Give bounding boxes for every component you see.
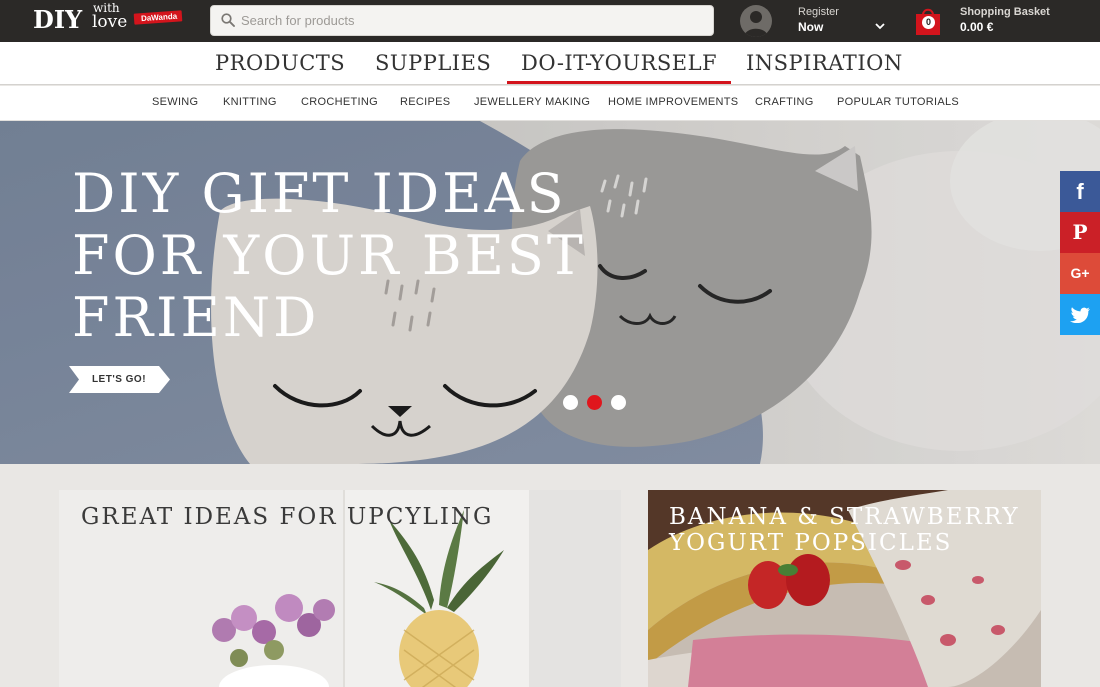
slide-dot-2[interactable] [587, 395, 602, 410]
popsicles-card[interactable]: BANANA & STRAWBERRY YOGURT POPSICLES [648, 490, 1041, 687]
register-link[interactable]: Register Now [798, 6, 839, 34]
main-nav: PRODUCTS SUPPLIES DO-IT-YOURSELF INSPIRA… [0, 42, 1100, 85]
shopping-bag-icon[interactable]: 0 [915, 6, 941, 36]
shopping-basket-link[interactable]: Shopping Basket 0.00 € [960, 6, 1050, 34]
subnav-jewellery-making[interactable]: JEWELLERY MAKING [474, 96, 590, 108]
pinterest-icon: P [1072, 220, 1088, 244]
slide-dot-1[interactable] [563, 395, 578, 410]
register-now-label: Now [798, 20, 824, 34]
facebook-icon: f [1076, 179, 1084, 204]
lets-go-button[interactable]: LET'S GO! [69, 366, 171, 393]
hero-banner[interactable]: DIY GIFT IDEAS FOR YOUR BEST FRIEND LET'… [0, 121, 1100, 464]
logo-love-text: love [92, 12, 128, 32]
register-label: Register [798, 6, 839, 18]
twitter-icon [1070, 307, 1090, 324]
search-icon[interactable] [221, 13, 235, 27]
chevron-down-icon[interactable] [874, 21, 886, 31]
popsicles-card-title: BANANA & STRAWBERRY YOGURT POPSICLES [669, 504, 1020, 556]
subnav-knitting[interactable]: KNITTING [223, 96, 277, 108]
subnav-home-improvements[interactable]: HOME IMPROVEMENTS [608, 96, 738, 108]
lets-go-label: LET'S GO! [91, 374, 147, 385]
subnav-popular-tutorials[interactable]: POPULAR TUTORIALS [837, 96, 959, 108]
site-logo[interactable]: DIY with love DaWanda [33, 2, 183, 37]
nav-inspiration[interactable]: INSPIRATION [746, 51, 903, 75]
search-input[interactable] [241, 6, 701, 35]
basket-label: Shopping Basket [960, 6, 1050, 18]
sub-nav: SEWING KNITTING CROCHETING RECIPES JEWEL… [0, 86, 1100, 121]
subnav-crocheting[interactable]: CROCHETING [301, 96, 378, 108]
cart-count-badge: 0 [922, 16, 935, 29]
google-plus-icon: G+ [1070, 265, 1090, 281]
nav-supplies[interactable]: SUPPLIES [375, 51, 491, 75]
logo-main-text: DIY [33, 5, 83, 34]
upcycling-card[interactable]: GREAT IDEAS FOR UPCYLING [59, 490, 621, 687]
top-bar: DIY with love DaWanda Register Now 0 Sho… [0, 0, 1100, 42]
basket-total: 0.00 € [960, 20, 994, 34]
logo-tag: DaWanda [133, 10, 183, 25]
subnav-crafting[interactable]: CRAFTING [755, 96, 814, 108]
pinterest-share-button[interactable]: P [1060, 212, 1100, 253]
facebook-share-button[interactable]: f [1060, 171, 1100, 212]
hero-title: DIY GIFT IDEAS FOR YOUR BEST FRIEND [72, 162, 586, 349]
user-avatar-icon[interactable] [740, 5, 772, 37]
search-box [210, 5, 714, 36]
twitter-share-button[interactable] [1060, 294, 1100, 335]
slide-dot-3[interactable] [611, 395, 626, 410]
upcycling-card-title: GREAT IDEAS FOR UPCYLING [81, 504, 494, 530]
nav-do-it-yourself[interactable]: DO-IT-YOURSELF [506, 51, 732, 84]
subnav-sewing[interactable]: SEWING [152, 96, 198, 108]
slide-indicator [563, 395, 633, 411]
subnav-recipes[interactable]: RECIPES [400, 96, 450, 108]
google-plus-share-button[interactable]: G+ [1060, 253, 1100, 294]
nav-products[interactable]: PRODUCTS [215, 51, 345, 75]
